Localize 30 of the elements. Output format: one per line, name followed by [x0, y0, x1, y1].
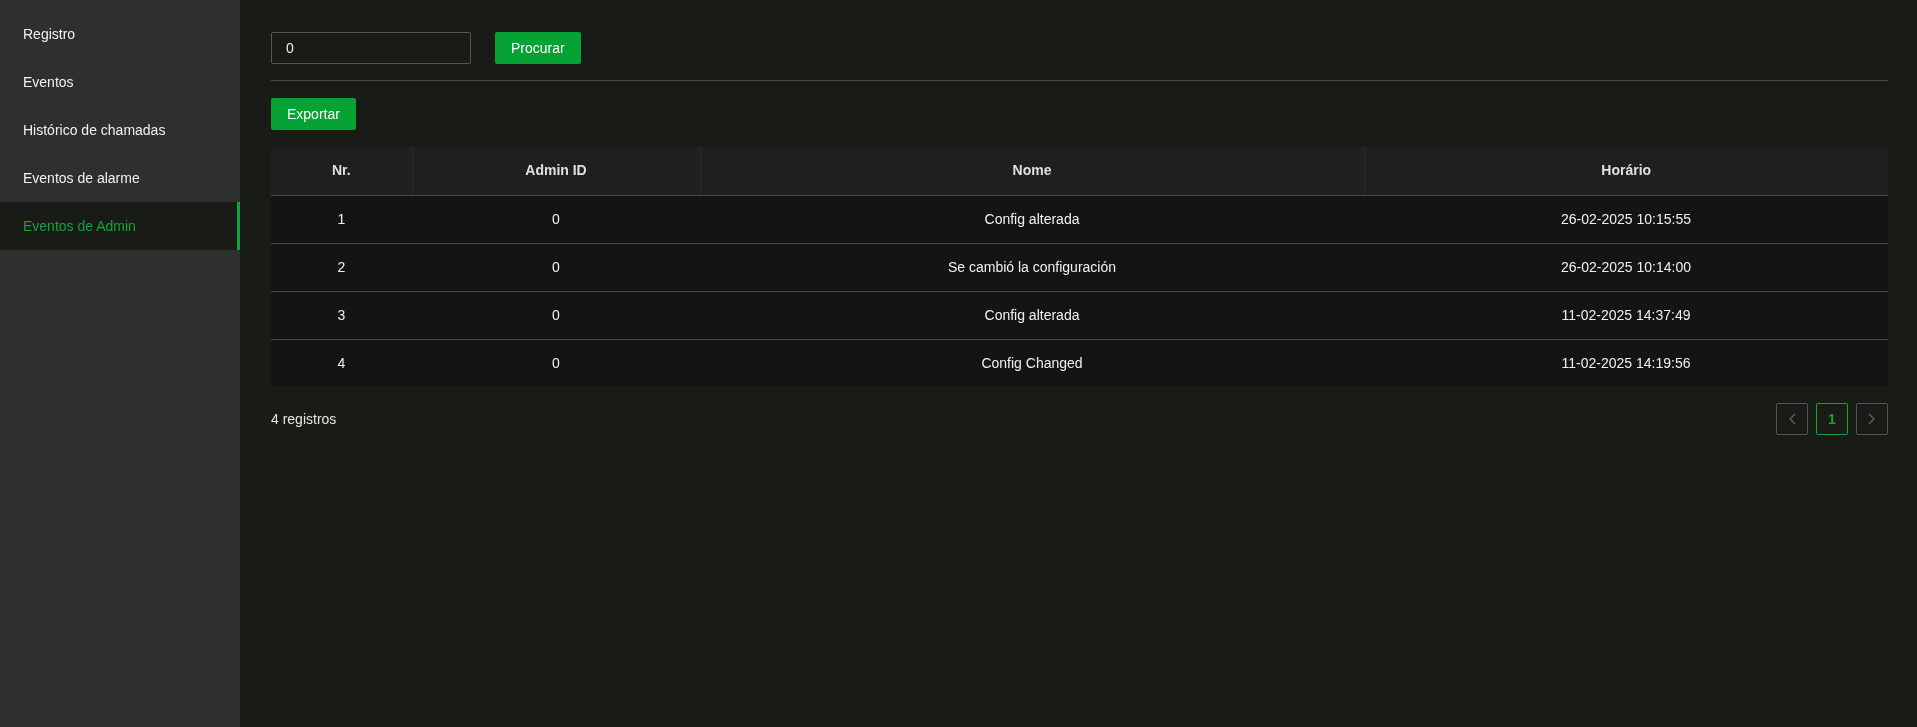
table-cell: 11-02-2025 14:19:56: [1364, 339, 1888, 387]
table-cell: 3: [271, 291, 412, 339]
table-cell: 0: [412, 339, 700, 387]
table-cell: 0: [412, 195, 700, 243]
sidebar-item[interactable]: Eventos de Admin: [0, 202, 240, 250]
page-button[interactable]: 1: [1816, 403, 1848, 435]
table-cell: 26-02-2025 10:15:55: [1364, 195, 1888, 243]
table-cell: Config alterada: [700, 195, 1364, 243]
table-cell: 26-02-2025 10:14:00: [1364, 243, 1888, 291]
table-cell: 0: [412, 243, 700, 291]
column-header: Admin ID: [412, 147, 700, 195]
table-cell: Se cambió la configuración: [700, 243, 1364, 291]
search-field[interactable]: 0: [271, 32, 471, 64]
sidebar-item[interactable]: Eventos: [0, 58, 240, 106]
table-cell: Config alterada: [700, 291, 1364, 339]
column-header: Horário: [1364, 147, 1888, 195]
sidebar-item[interactable]: Registro: [0, 10, 240, 58]
table-cell: 2: [271, 243, 412, 291]
table-cell: 1: [271, 195, 412, 243]
sidebar-item[interactable]: Eventos de alarme: [0, 154, 240, 202]
column-header: Nr.: [271, 147, 412, 195]
column-header: Nome: [700, 147, 1364, 195]
record-count: 4 registros: [271, 409, 337, 429]
table-cell: 4: [271, 339, 412, 387]
chevron-right-icon: [1868, 413, 1876, 425]
sidebar-item[interactable]: Histórico de chamadas: [0, 106, 240, 154]
table-cell: 0: [412, 291, 700, 339]
table-cell: 11-02-2025 14:37:49: [1364, 291, 1888, 339]
chevron-left-icon: [1788, 413, 1796, 425]
table-cell: Config Changed: [700, 339, 1364, 387]
